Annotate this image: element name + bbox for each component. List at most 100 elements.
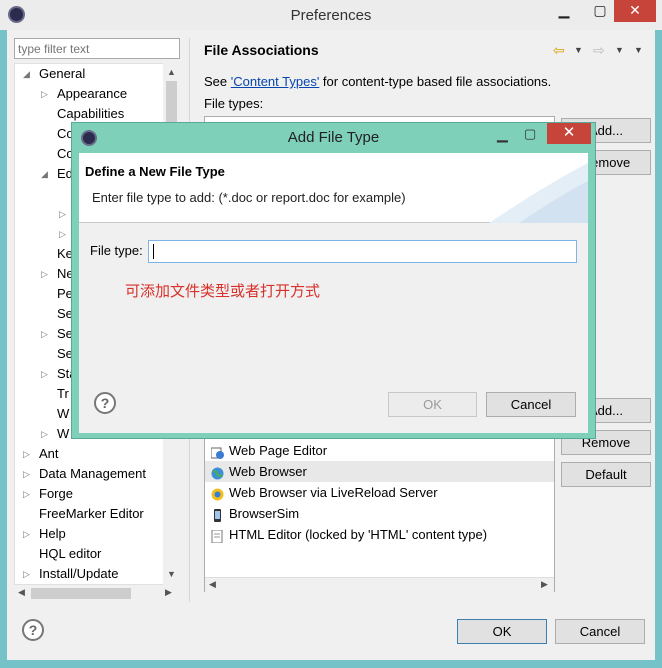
tree-item[interactable]: Capabilities	[41, 104, 124, 124]
editors-horizontal-scrollbar[interactable]: ◀ ▶	[205, 577, 554, 592]
collapsed-arrow-icon[interactable]: ▷	[23, 564, 30, 584]
tree-item[interactable]: Ke	[41, 244, 73, 264]
file-type-input[interactable]	[148, 240, 577, 263]
web-page-editor-icon	[210, 444, 224, 459]
collapsed-arrow-icon[interactable]: ▷	[41, 324, 48, 344]
tree-item[interactable]: ▷ Data Management	[23, 464, 146, 484]
tree-item-label: Data Management	[39, 466, 146, 481]
scroll-left-icon[interactable]: ◀	[18, 587, 25, 598]
see-prefix: See	[204, 74, 231, 89]
maximize-icon[interactable]: ▢	[586, 0, 614, 22]
dialog-ok-button[interactable]: OK	[388, 392, 477, 417]
header-decoration-icon	[489, 163, 588, 223]
tree-item-label: HQL editor	[39, 546, 102, 561]
cancel-button[interactable]: Cancel	[555, 619, 645, 644]
tree-item[interactable]: Tr	[41, 384, 69, 404]
ok-button[interactable]: OK	[457, 619, 547, 644]
editor-item[interactable]: HTML Editor (locked by 'HTML' content ty…	[205, 524, 554, 545]
editor-item-label: BrowserSim	[229, 506, 300, 521]
close-icon[interactable]: ✕	[614, 0, 656, 22]
filter-input[interactable]	[14, 38, 180, 59]
phone-icon	[211, 507, 224, 522]
file-types-label: File types:	[204, 96, 264, 111]
minimize-icon[interactable]: ▁	[550, 0, 578, 22]
tree-item-label: Forge	[39, 486, 73, 501]
editors-scroll-right-icon[interactable]: ▶	[541, 579, 548, 590]
page-title: File Associations	[204, 42, 319, 58]
dialog-cancel-button[interactable]: Cancel	[486, 392, 576, 417]
preferences-window: Preferences ▁ ▢ ✕ ◢ General ▷ Appearance Cap…	[0, 0, 662, 668]
scroll-right-icon[interactable]: ▶	[165, 587, 172, 598]
collapsed-arrow-icon[interactable]: ▷	[23, 444, 30, 464]
editor-item[interactable]: Web Browser via LiveReload Server	[205, 482, 554, 503]
tree-item[interactable]: ▷ Ne	[41, 264, 74, 284]
tree-item[interactable]: ▷ Ant	[23, 444, 59, 464]
tree-item[interactable]: FreeMarker Editor	[23, 504, 144, 524]
tree-item[interactable]: ▷ Install/Update	[23, 564, 119, 584]
dialog-maximize-icon[interactable]: ▢	[524, 126, 536, 142]
editor-item[interactable]: BrowserSim	[205, 503, 554, 524]
globe-icon	[211, 465, 224, 480]
expanded-arrow-icon[interactable]: ◢	[23, 64, 30, 84]
tree-item[interactable]: HQL editor	[23, 544, 101, 564]
text-caret	[153, 244, 154, 259]
collapsed-arrow-icon[interactable]: ▷	[23, 484, 30, 504]
editor-item-label: Web Browser	[229, 464, 307, 479]
tree-horizontal-scrollbar[interactable]: ◀ ▶	[14, 585, 179, 602]
tree-item[interactable]: ▷ Help	[23, 524, 66, 544]
tree-item-label: Appearance	[57, 86, 128, 101]
collapsed-arrow-icon[interactable]: ▷	[41, 84, 48, 104]
document-icon	[211, 528, 224, 544]
expanded-arrow-icon[interactable]: ◢	[41, 164, 48, 184]
collapsed-arrow-icon[interactable]: ▷	[59, 224, 66, 244]
editor-item-label: Web Page Editor	[229, 443, 328, 458]
tree-item[interactable]: Se	[41, 304, 73, 324]
tree-item-label: W	[57, 406, 70, 421]
livereload-icon	[211, 486, 224, 501]
dialog-help-icon[interactable]: ?	[94, 392, 116, 414]
view-menu-icon[interactable]: ▼	[634, 45, 643, 55]
collapsed-arrow-icon[interactable]: ▷	[23, 524, 30, 544]
tree-item[interactable]: ▷ W	[41, 424, 69, 444]
forward-menu-icon[interactable]: ▼	[615, 45, 624, 55]
dialog-close-icon[interactable]: ✕	[547, 123, 591, 144]
tree-item[interactable]: ▷ Se	[41, 324, 73, 344]
title-bar: Preferences ▁ ▢ ✕	[0, 0, 662, 30]
scroll-down-icon[interactable]: ▼	[167, 569, 176, 579]
scroll-up-icon[interactable]: ▲	[167, 67, 176, 77]
default-editor-button[interactable]: Default	[561, 462, 651, 487]
dialog-title: Add File Type	[287, 129, 380, 146]
tree-item[interactable]: ◢ General	[23, 64, 85, 84]
tree-item[interactable]: Pe	[41, 284, 73, 304]
dialog-minimize-icon[interactable]: ▁	[497, 126, 508, 143]
collapsed-arrow-icon[interactable]: ▷	[59, 204, 66, 224]
editors-scroll-left-icon[interactable]: ◀	[209, 579, 216, 590]
editor-item[interactable]: Web Browser	[205, 461, 554, 482]
tree-item[interactable]: ▷ Forge	[23, 484, 73, 504]
add-file-type-dialog: Add File Type ▁ ▢ ✕ Define a New File Ty…	[71, 122, 596, 439]
tree-item-label: W	[57, 426, 70, 441]
content-types-link[interactable]: 'Content Types'	[231, 74, 320, 89]
editor-item[interactable]: Web Page Editor	[205, 440, 554, 461]
tree-item-label: Capabilities	[57, 106, 125, 121]
content-types-note: See 'Content Types' for content-type bas…	[204, 74, 551, 89]
back-menu-icon[interactable]: ▼	[574, 45, 583, 55]
collapsed-arrow-icon[interactable]: ▷	[41, 424, 48, 444]
tree-item-label: Tr	[57, 386, 69, 401]
forward-arrow-icon[interactable]: ⇨	[593, 42, 605, 59]
annotation-text: 可添加文件类型或者打开方式	[125, 283, 321, 300]
tree-item[interactable]: W	[41, 404, 69, 424]
tree-item[interactable]: ▷ Appearance	[41, 84, 127, 104]
tree-item[interactable]: Co	[41, 144, 74, 164]
tree-item[interactable]: Se	[41, 344, 73, 364]
tree-item[interactable]: ◢ Ed	[41, 164, 73, 184]
collapsed-arrow-icon[interactable]: ▷	[41, 364, 48, 384]
dialog-body: Define a New File Type Enter file type t…	[79, 153, 588, 433]
help-icon[interactable]: ?	[22, 619, 44, 641]
tree-hscroll-thumb[interactable]	[31, 588, 131, 599]
tree-item[interactable]: Co	[41, 124, 74, 144]
collapsed-arrow-icon[interactable]: ▷	[23, 464, 30, 484]
back-arrow-icon[interactable]: ⇦	[553, 42, 565, 59]
collapsed-arrow-icon[interactable]: ▷	[41, 264, 48, 284]
dialog-title-bar: Add File Type ▁ ▢ ✕	[72, 123, 595, 153]
